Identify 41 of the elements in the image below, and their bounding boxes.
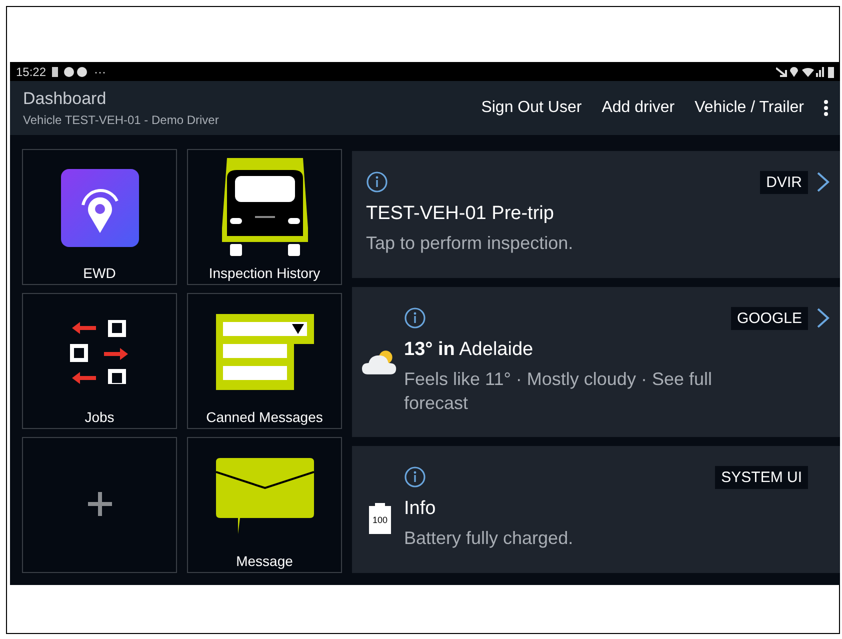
- source-tag: DVIR: [760, 170, 808, 194]
- truck-icon: [222, 158, 308, 258]
- battery-icon: 100: [369, 506, 391, 534]
- page-title: Dashboard: [23, 89, 108, 110]
- notification-text: Tap to perform inspection.: [366, 232, 574, 255]
- info-icon[interactable]: [404, 466, 426, 488]
- info-icon[interactable]: [366, 171, 388, 193]
- cloud-sun-icon: [362, 349, 398, 377]
- notification-card[interactable]: DVIR TEST-VEH-01 Pre-trip Tap to perform inspection.: [352, 151, 840, 278]
- notification-title: TEST-VEH-01 Pre-trip: [366, 203, 555, 225]
- dashboard-tile[interactable]: Jobs: [22, 293, 177, 429]
- overflow-dots: ···: [94, 64, 106, 79]
- more-menu-icon[interactable]: [824, 100, 828, 116]
- toolbar-action[interactable]: Add driver: [592, 99, 685, 118]
- dashboard-tile[interactable]: Inspection History: [187, 149, 342, 285]
- dashboard-tile[interactable]: Canned Messages: [187, 293, 342, 429]
- notification-card[interactable]: GOOGLE 13° in Adelaide Feels like 11° · Mostly cloudy · See full forecast: [352, 287, 840, 437]
- dashboard-tile[interactable]: [22, 437, 177, 573]
- location-pin-icon: [60, 168, 138, 246]
- signal-battery-icons: [776, 66, 834, 78]
- chevron-right-icon[interactable]: [816, 171, 830, 193]
- notification-text: Battery fully charged.: [404, 527, 574, 550]
- source-tag: SYSTEM UI: [715, 466, 808, 488]
- status-time: 15:22: [16, 64, 46, 79]
- vehicle-subtitle: Vehicle TEST-VEH-01 - Demo Driver: [23, 113, 220, 128]
- arrows-boxes-icon: [70, 320, 130, 384]
- chevron-right-icon[interactable]: [816, 307, 830, 329]
- info-icon[interactable]: [404, 307, 426, 329]
- dashboard-tile[interactable]: Message: [187, 437, 342, 573]
- toolbar-action[interactable]: Vehicle / Trailer: [684, 99, 814, 118]
- notification-text: Feels like 11° · Mostly cloudy · See full forecast: [404, 368, 713, 415]
- notification-title: Info: [404, 498, 437, 520]
- dashboard-tile[interactable]: EWD: [22, 149, 177, 285]
- form-list-icon: [216, 314, 314, 390]
- status-icons: [52, 66, 88, 78]
- envelope-icon: [216, 458, 314, 534]
- notification-card[interactable]: 100 SYSTEM UI Info Battery fully charged.: [352, 446, 840, 573]
- source-tag: GOOGLE: [730, 306, 808, 330]
- plus-icon: [88, 492, 112, 516]
- notification-title: 13° in Adelaide: [404, 339, 534, 361]
- toolbar-action[interactable]: Sign Out User: [471, 99, 592, 118]
